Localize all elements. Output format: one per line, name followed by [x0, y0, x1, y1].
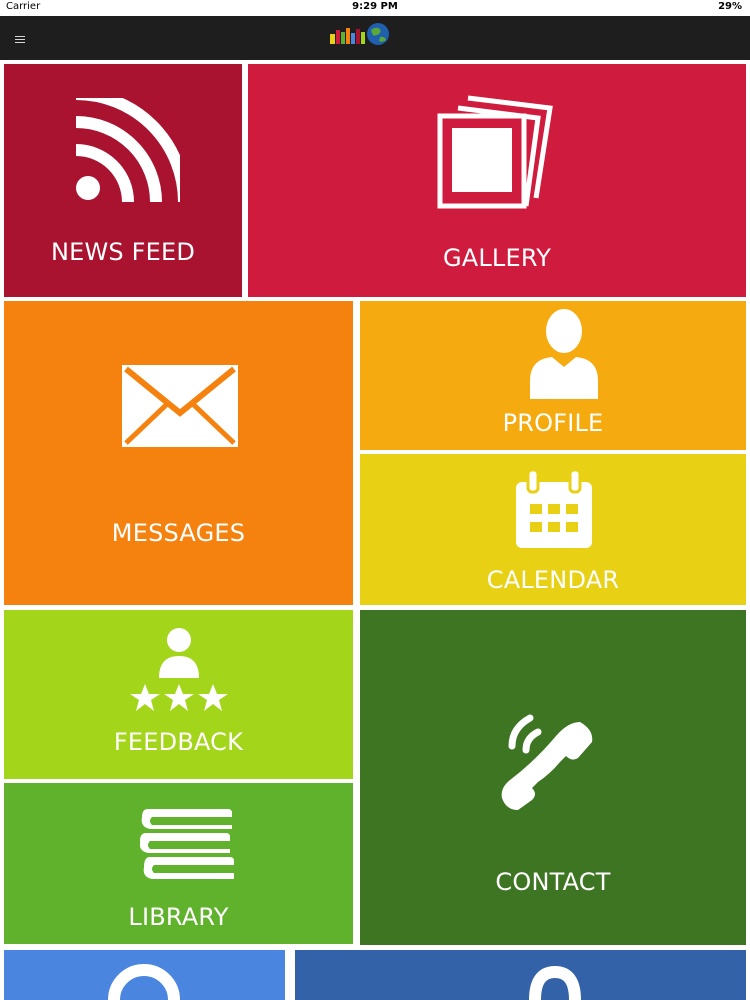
rss-icon [75, 98, 180, 203]
news-feed-label: NEWS FEED [50, 238, 196, 266]
partial-icon [529, 965, 581, 1000]
calendar-label: CALENDAR [486, 566, 620, 594]
top-nav-bar [0, 16, 750, 60]
contact-label: CONTACT [495, 868, 611, 896]
user-icon [530, 309, 598, 399]
gallery-label: GALLERY [442, 244, 552, 272]
feedback-label: FEEDBACK [113, 728, 244, 756]
profile-tile[interactable]: PROFILE [360, 301, 746, 450]
gallery-tile[interactable]: GALLERY [248, 64, 746, 297]
envelope-icon [122, 365, 238, 447]
books-icon [140, 809, 234, 879]
battery-label: 29% [718, 1, 742, 12]
calendar-tile[interactable]: CALENDAR [360, 454, 746, 605]
photo-stack-icon [437, 95, 553, 209]
status-bar: Carrier 9:29 PM 29% [0, 0, 750, 16]
messages-tile[interactable]: MESSAGES [4, 301, 353, 605]
library-label: LIBRARY [128, 903, 229, 931]
messages-label: MESSAGES [111, 519, 246, 547]
bottom-right-tile[interactable] [295, 950, 746, 1000]
partial-icon [108, 964, 180, 1000]
rating-stars-icon [130, 628, 228, 711]
feedback-tile[interactable]: FEEDBACK [4, 610, 353, 779]
hamburger-menu-icon[interactable] [15, 36, 25, 43]
profile-label: PROFILE [502, 409, 604, 437]
phone-icon [501, 714, 593, 810]
logo-icon [330, 23, 389, 45]
news-feed-tile[interactable]: NEWS FEED [4, 64, 242, 297]
calendar-icon [516, 470, 592, 548]
library-tile[interactable]: LIBRARY [4, 783, 353, 944]
clock-label: 9:29 PM [352, 1, 398, 12]
bottom-left-tile[interactable] [4, 950, 285, 1000]
contact-tile[interactable]: CONTACT [360, 610, 746, 945]
app-logo [322, 20, 398, 56]
